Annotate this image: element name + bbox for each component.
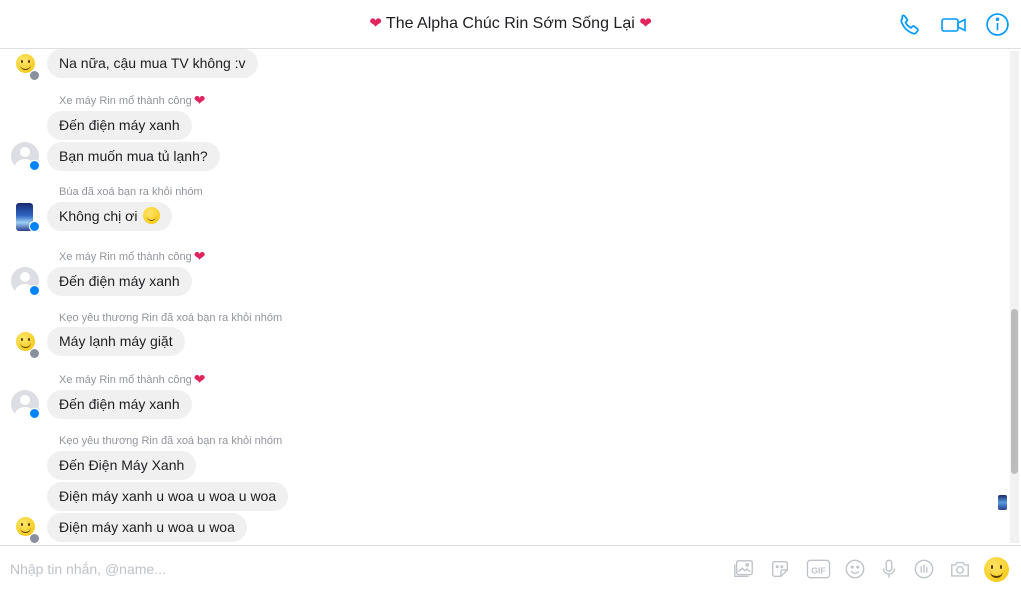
smiley-avatar[interactable] bbox=[11, 330, 40, 359]
message-composer: GIF bbox=[0, 545, 1021, 590]
message-bubble[interactable]: Đến điện máy xanh bbox=[47, 111, 192, 140]
message-bubble[interactable]: Máy lạnh máy giặt bbox=[47, 327, 185, 356]
messenger-badge-icon bbox=[29, 160, 40, 171]
message-bubble[interactable]: Điện máy xanh u woa u woa bbox=[47, 513, 247, 542]
phone-icon[interactable] bbox=[897, 12, 923, 38]
sticker-icon[interactable] bbox=[769, 558, 791, 580]
microphone-icon[interactable] bbox=[878, 558, 900, 580]
message-input[interactable] bbox=[10, 558, 710, 580]
message-thread[interactable]: Na nữa, cậu mua TV không :v Xe máy Rin m… bbox=[0, 49, 1021, 545]
heart-icon: ❤ bbox=[193, 248, 206, 264]
system-notice: Xe máy Rin mổ thành công ❤ bbox=[59, 92, 206, 108]
scrollbar-thumb[interactable] bbox=[1011, 309, 1018, 474]
conversation-title-text: The Alpha Chúc Rin Sớm Sống Lại bbox=[385, 15, 635, 32]
slight-smile-emoji-icon bbox=[143, 207, 161, 224]
heart-icon: ❤ bbox=[639, 15, 652, 32]
emoji-icon[interactable] bbox=[844, 558, 866, 580]
message-bubble[interactable]: Không chị ơi bbox=[47, 202, 173, 231]
camera-icon[interactable] bbox=[948, 558, 972, 580]
system-notice: Xe máy Rin mổ thành công ❤ bbox=[59, 371, 206, 387]
photo-avatar[interactable] bbox=[11, 203, 40, 232]
info-icon[interactable] bbox=[985, 12, 1010, 37]
message-bubble[interactable]: Bạn muốn mua tủ lạnh? bbox=[47, 142, 220, 171]
messenger-badge-icon bbox=[29, 221, 40, 232]
smiley-avatar[interactable] bbox=[11, 515, 40, 544]
like-emoji-button[interactable] bbox=[984, 557, 1009, 582]
heart-icon: ❤ bbox=[369, 15, 382, 32]
thread-scrollbar[interactable] bbox=[1010, 51, 1019, 543]
message-bubble[interactable]: Đến Điện Máy Xanh bbox=[47, 451, 197, 480]
seen-avatar-indicator bbox=[998, 495, 1007, 510]
default-profile-avatar[interactable] bbox=[11, 142, 40, 171]
facebook-badge-icon bbox=[29, 533, 40, 544]
system-notice: Kẹo yêu thương Rin đã xoá bạn ra khỏi nh… bbox=[59, 312, 283, 324]
messenger-badge-icon bbox=[29, 285, 40, 296]
heart-icon: ❤ bbox=[193, 92, 206, 108]
image-icon[interactable] bbox=[733, 558, 755, 580]
facebook-badge-icon bbox=[29, 348, 40, 359]
messenger-badge-icon bbox=[29, 408, 40, 419]
system-notice: Búa đã xoá bạn ra khỏi nhóm bbox=[59, 186, 203, 198]
poll-icon[interactable] bbox=[913, 558, 935, 580]
gif-icon[interactable]: GIF bbox=[806, 558, 831, 580]
facebook-badge-icon bbox=[29, 70, 40, 81]
smiley-avatar[interactable] bbox=[11, 52, 40, 81]
default-profile-avatar[interactable] bbox=[11, 267, 40, 296]
message-bubble[interactable]: Đến điện máy xanh bbox=[47, 390, 192, 419]
system-notice: Xe máy Rin mổ thành công ❤ bbox=[59, 248, 206, 264]
message-bubble[interactable]: Na nữa, cậu mua TV không :v bbox=[47, 49, 258, 78]
video-call-icon[interactable] bbox=[940, 12, 968, 38]
conversation-title[interactable]: ❤ The Alpha Chúc Rin Sớm Sống Lại ❤ bbox=[0, 14, 1021, 33]
heart-icon: ❤ bbox=[193, 371, 206, 387]
message-bubble[interactable]: Điện máy xanh u woa u woa u woa bbox=[47, 482, 289, 511]
message-bubble[interactable]: Đến điện máy xanh bbox=[47, 267, 192, 296]
svg-text:GIF: GIF bbox=[811, 565, 825, 575]
default-profile-avatar[interactable] bbox=[11, 390, 40, 419]
system-notice: Kẹo yêu thương Rin đã xoá bạn ra khỏi nh… bbox=[59, 435, 283, 447]
chat-header: ❤ The Alpha Chúc Rin Sớm Sống Lại ❤ bbox=[0, 0, 1021, 49]
